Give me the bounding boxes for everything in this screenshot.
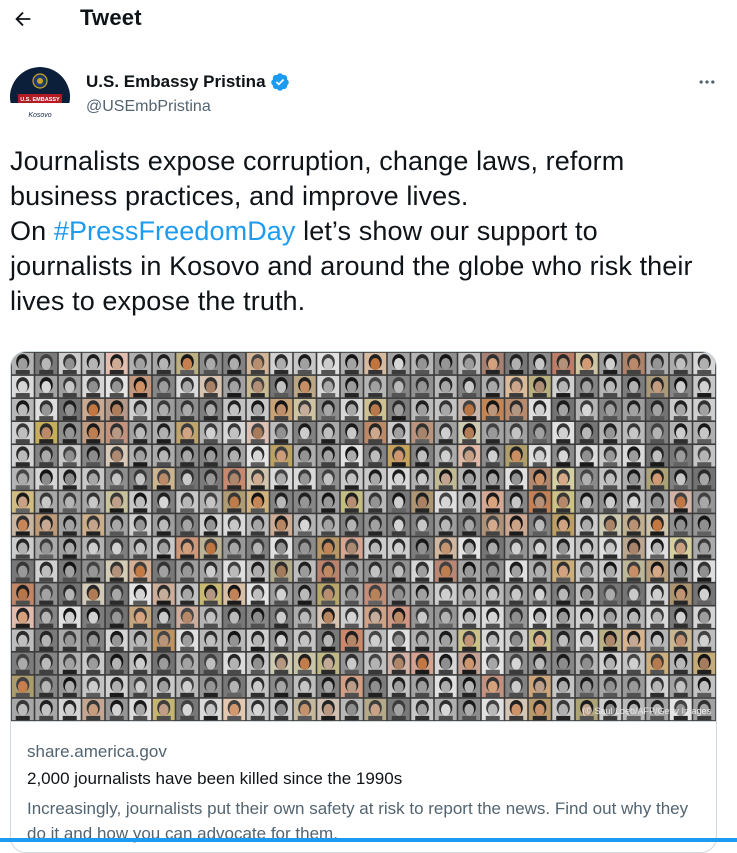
author-name-text: U.S. Embassy Pristina [86, 72, 266, 91]
author-handle[interactable]: @USEmbPristina [86, 98, 211, 116]
avatar[interactable]: U.S. EMBASSY Kosovo [10, 67, 70, 127]
tweet-text-line1: Journalists expose corruption, change la… [10, 146, 625, 211]
more-horizontal-icon [699, 80, 715, 84]
author-name[interactable]: U.S. Embassy Pristina [86, 72, 290, 92]
tweet-author: U.S. EMBASSY Kosovo U.S. Embassy Pristin… [10, 64, 727, 127]
link-card[interactable]: (© Saul Loeb/AFP/Getty Images share.amer… [10, 351, 717, 853]
back-button[interactable] [8, 4, 38, 34]
verified-badge-icon [270, 73, 289, 91]
arrow-left-icon [15, 11, 31, 27]
avatar-banner-text: U.S. EMBASSY [20, 97, 60, 103]
card-domain: share.america.gov [27, 742, 167, 761]
card-meta: share.america.gov 2,000 journalists have… [11, 721, 716, 843]
card-image: (© Saul Loeb/AFP/Getty Images [11, 352, 716, 721]
card-title: 2,000 journalists have been killed since… [27, 769, 403, 788]
avatar-caption: Kosovo [28, 112, 51, 119]
bottom-accent-bar [0, 838, 737, 842]
more-options-button[interactable] [690, 68, 724, 96]
page-title: Tweet [80, 5, 142, 30]
tweet-text: Journalists expose corruption, change la… [10, 144, 710, 319]
tweet-text-prefix: On [10, 216, 54, 246]
hashtag-link[interactable]: #PressFreedomDay [54, 216, 296, 246]
image-credit: (© Saul Loeb/AFP/Getty Images [582, 706, 711, 716]
page-header: Tweet [0, 0, 737, 40]
embassy-logo: U.S. EMBASSY Kosovo [10, 67, 70, 127]
